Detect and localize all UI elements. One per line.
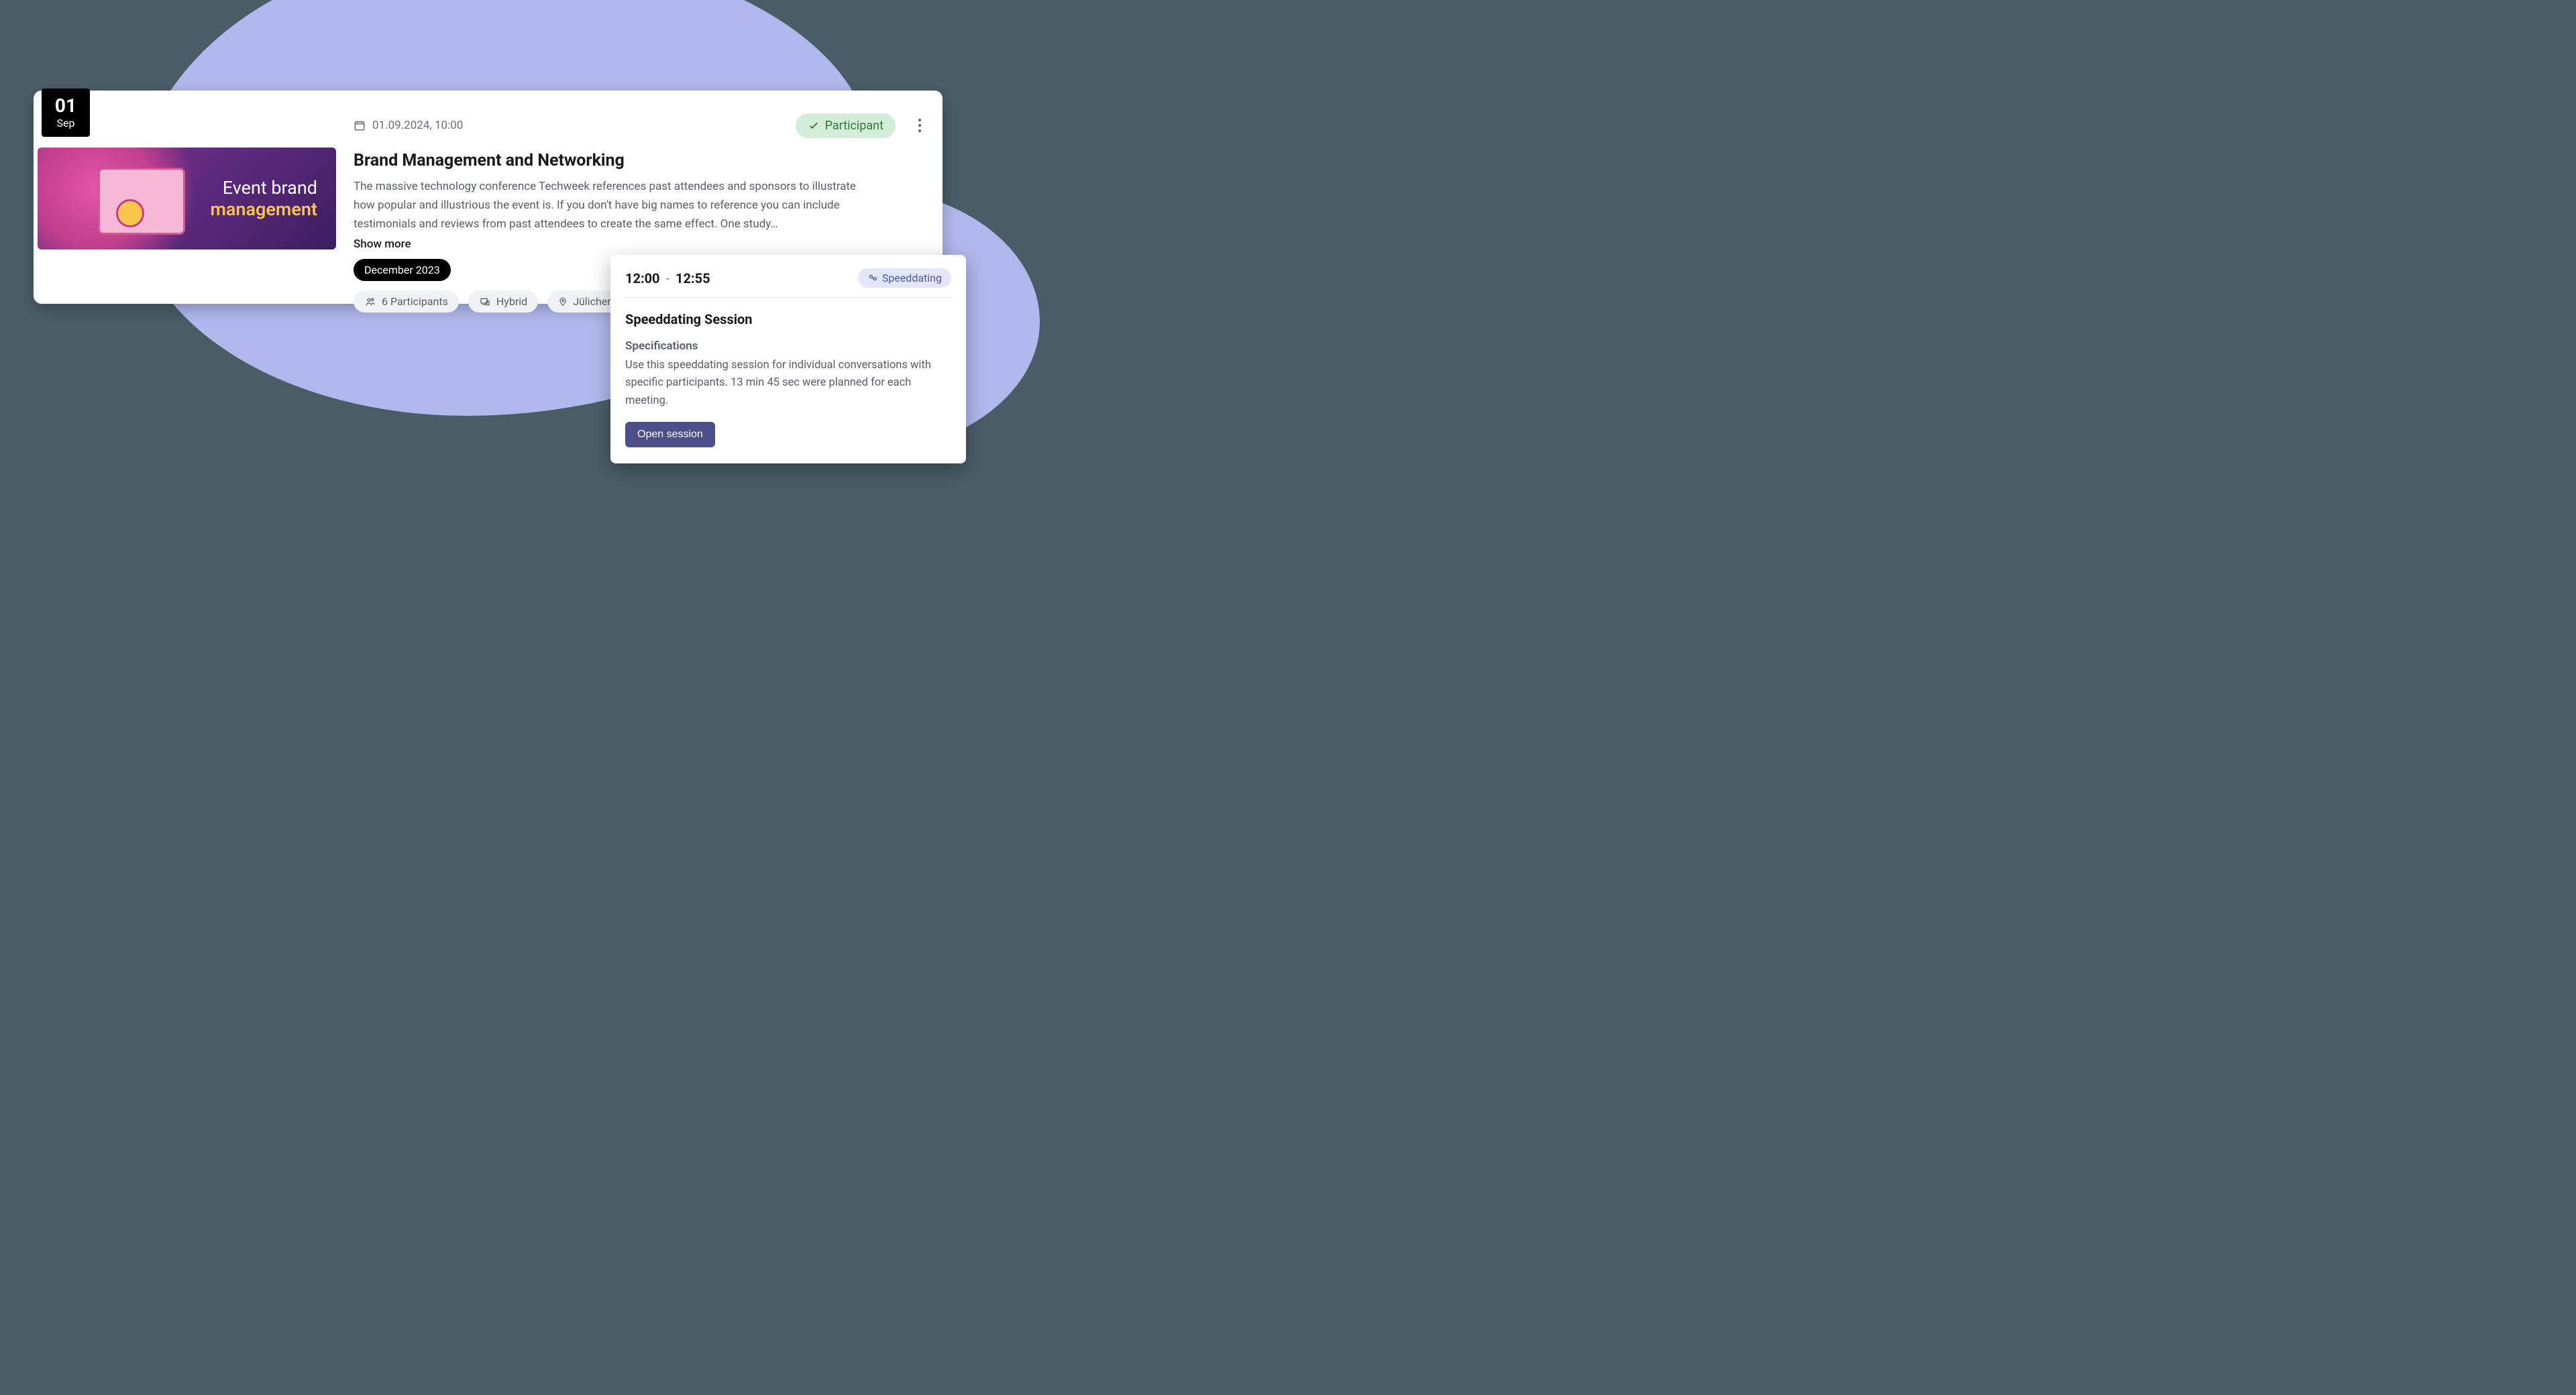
check-icon xyxy=(808,119,820,131)
session-type-label: Speeddating xyxy=(882,272,942,284)
event-image-title-line1: Event brand xyxy=(210,177,317,199)
session-time-end: 12:55 xyxy=(676,270,710,286)
participants-pill[interactable]: 6 Participants xyxy=(354,290,459,313)
date-badge: 01 Sep xyxy=(42,89,90,137)
more-menu-button[interactable] xyxy=(904,109,929,142)
date-day: 01 xyxy=(55,97,76,115)
show-more-link[interactable]: Show more xyxy=(354,237,929,251)
event-title: Brand Management and Networking xyxy=(354,151,929,170)
mode-pill[interactable]: Hybrid xyxy=(468,290,538,313)
hybrid-icon xyxy=(479,296,491,307)
speeddating-icon xyxy=(867,273,878,284)
open-session-button[interactable]: Open session xyxy=(625,422,715,447)
session-card: 12:00 - 12:55 Speeddating Speeddating Se… xyxy=(610,255,966,463)
event-datetime: 01.09.2024, 10:00 xyxy=(354,119,463,132)
location-pin-icon xyxy=(558,296,568,308)
session-times: 12:00 - 12:55 xyxy=(625,270,710,286)
participant-badge: Participant xyxy=(796,113,896,138)
event-datetime-text: 01.09.2024, 10:00 xyxy=(372,119,463,132)
event-tag[interactable]: December 2023 xyxy=(354,259,451,281)
spec-text: Use this speeddating session for individ… xyxy=(625,357,951,410)
event-image: Event brand management xyxy=(38,148,336,249)
calendar-icon xyxy=(354,119,366,131)
mode-text: Hybrid xyxy=(496,295,527,308)
participant-badge-label: Participant xyxy=(825,119,883,133)
session-title: Speeddating Session xyxy=(625,311,951,327)
event-image-title-line2: management xyxy=(210,199,317,220)
date-month: Sep xyxy=(57,117,75,129)
people-icon xyxy=(364,296,376,307)
session-type-badge: Speeddating xyxy=(858,268,951,288)
session-time-start: 12:00 xyxy=(625,270,660,286)
event-description: The massive technology conference Techwe… xyxy=(354,177,877,233)
participants-text: 6 Participants xyxy=(382,295,448,308)
spec-label: Specifications xyxy=(625,339,951,353)
session-header: 12:00 - 12:55 Speeddating xyxy=(625,268,951,298)
